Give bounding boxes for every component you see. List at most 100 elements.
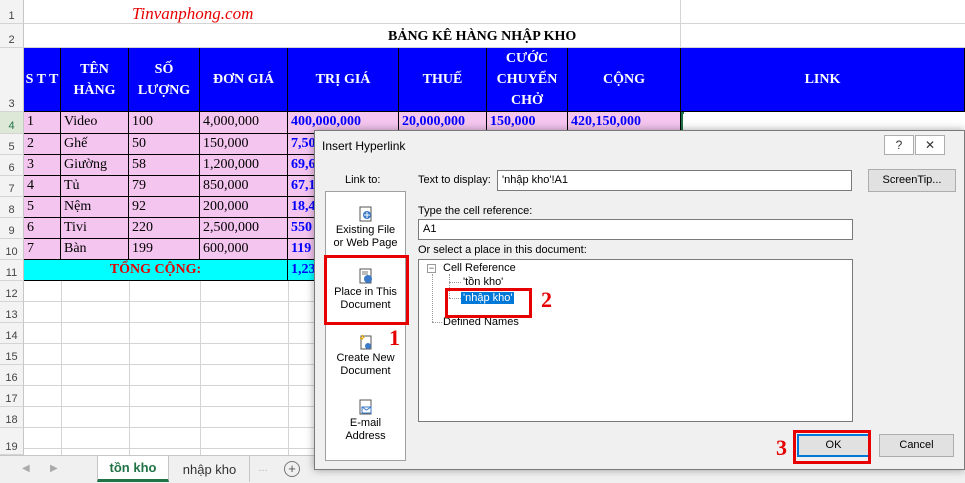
cell-dg[interactable]: 850,000 bbox=[200, 176, 288, 197]
row-header: 3 bbox=[0, 48, 24, 112]
cell-ten[interactable]: Tivi bbox=[61, 218, 129, 239]
more-sheets-icon[interactable]: … bbox=[258, 463, 268, 474]
close-button[interactable]: ✕ bbox=[915, 135, 945, 155]
highlight-box-place-in-document bbox=[324, 255, 409, 325]
row-header: 5 bbox=[0, 134, 24, 155]
collapse-icon[interactable]: − bbox=[427, 264, 436, 273]
row-header: 12 bbox=[0, 281, 24, 302]
highlight-box-ok bbox=[793, 430, 871, 464]
cell-sl[interactable]: 79 bbox=[129, 176, 200, 197]
highlight-box-nhap-kho bbox=[445, 288, 532, 318]
header-stt: S T T bbox=[24, 48, 61, 112]
dialog-title: Insert Hyperlink bbox=[322, 139, 406, 153]
cell-sl[interactable]: 220 bbox=[129, 218, 200, 239]
cell-stt[interactable]: 3 bbox=[24, 155, 61, 176]
cell-stt[interactable]: 1 bbox=[24, 112, 61, 134]
grid-col-line bbox=[129, 281, 130, 455]
cell-dg[interactable]: 200,000 bbox=[200, 197, 288, 218]
cell-ten[interactable]: Ghế bbox=[61, 134, 129, 155]
scroll-right-icon[interactable]: ▶ bbox=[50, 463, 58, 474]
cell-ten[interactable]: Tủ bbox=[61, 176, 129, 197]
header-ten-hang: TÊN HÀNG bbox=[61, 48, 129, 112]
row-header: 17 bbox=[0, 386, 24, 407]
grid-col-line bbox=[200, 281, 201, 455]
cell-dg[interactable]: 150,000 bbox=[200, 134, 288, 155]
row-header: 9 bbox=[0, 218, 24, 239]
row-header: 14 bbox=[0, 323, 24, 344]
sheet-tab-ton-kho[interactable]: tồn kho bbox=[97, 456, 169, 482]
cell-dg[interactable]: 1,200,000 bbox=[200, 155, 288, 176]
cell-ten[interactable]: Video bbox=[61, 112, 129, 134]
row-header: 19 bbox=[0, 428, 24, 455]
cell-sl[interactable]: 50 bbox=[129, 134, 200, 155]
help-button[interactable]: ? bbox=[884, 135, 914, 155]
cell-reference-label: Type the cell reference: bbox=[418, 205, 533, 217]
text-to-display-field[interactable]: 'nhập kho'!A1 bbox=[497, 170, 852, 191]
row-header: 2 bbox=[0, 24, 24, 48]
header-cuoc: CƯỚC CHUYỂN CHỞ bbox=[487, 48, 568, 112]
cell-stt[interactable]: 5 bbox=[24, 197, 61, 218]
cell-stt[interactable]: 2 bbox=[24, 134, 61, 155]
tree-connector bbox=[432, 274, 433, 322]
tree-item-ton-kho[interactable]: 'tồn kho' bbox=[463, 276, 503, 288]
header-so-luong: SỐ LƯỢNG bbox=[129, 48, 200, 112]
cell-reference-field[interactable]: A1 bbox=[418, 219, 853, 240]
cell-stt[interactable]: 7 bbox=[24, 239, 61, 260]
link-option-label: Document bbox=[340, 365, 391, 377]
row-header: 4 bbox=[0, 112, 24, 134]
link-option-email[interactable]: E-mail Address bbox=[326, 399, 405, 443]
grid-area bbox=[24, 281, 314, 455]
select-place-label: Or select a place in this document: bbox=[418, 244, 587, 256]
link-to-label: Link to: bbox=[345, 174, 381, 186]
tree-connector bbox=[449, 282, 461, 283]
insert-hyperlink-dialog: Insert Hyperlink ? ✕ Link to: Existing F… bbox=[314, 130, 965, 470]
row-header: 16 bbox=[0, 365, 24, 386]
sheet-title: BẢNG KÊ HÀNG NHẬP KHO bbox=[388, 29, 577, 44]
add-sheet-button[interactable]: + bbox=[284, 461, 300, 477]
cell-ten[interactable]: Giường bbox=[61, 155, 129, 176]
cancel-button[interactable]: Cancel bbox=[879, 434, 954, 457]
header-tri-gia: TRỊ GIÁ bbox=[288, 48, 399, 112]
annotation-number: 2 bbox=[541, 287, 552, 312]
cell-ten[interactable]: Bàn bbox=[61, 239, 129, 260]
cell-sl[interactable]: 199 bbox=[129, 239, 200, 260]
link-option-label: Existing File bbox=[335, 224, 396, 236]
header-link: LINK bbox=[681, 48, 965, 112]
cell-dg[interactable]: 600,000 bbox=[200, 239, 288, 260]
text-to-display-label: Text to display: bbox=[418, 174, 491, 186]
row-header: 18 bbox=[0, 407, 24, 428]
total-label[interactable]: TỔNG CỘNG: bbox=[24, 260, 288, 281]
cell-dg[interactable]: 2,500,000 bbox=[200, 218, 288, 239]
cell-stt[interactable]: 4 bbox=[24, 176, 61, 197]
email-address-icon bbox=[359, 399, 373, 415]
row-header: 15 bbox=[0, 344, 24, 365]
grid-col-line bbox=[288, 281, 289, 455]
link-option-label: Create New bbox=[336, 352, 395, 364]
place-tree: − Cell Reference 'tồn kho' 'nhập kho' De… bbox=[418, 259, 853, 422]
link-option-existing-file[interactable]: Existing File or Web Page bbox=[326, 206, 405, 250]
cell-ten[interactable]: Nệm bbox=[61, 197, 129, 218]
cell-stt[interactable]: 6 bbox=[24, 218, 61, 239]
row-header: 11 bbox=[0, 260, 24, 281]
header-don-gia: ĐƠN GIÁ bbox=[200, 48, 288, 112]
sheet-tab-nhap-kho[interactable]: nhập kho bbox=[170, 456, 250, 482]
link-option-label: Address bbox=[345, 430, 386, 442]
tree-item-cell-reference[interactable]: Cell Reference bbox=[443, 262, 516, 274]
tree-connector bbox=[432, 322, 442, 323]
annotation-number: 3 bbox=[776, 435, 787, 460]
annotation-number: 1 bbox=[389, 325, 400, 350]
scroll-left-icon[interactable]: ◀ bbox=[22, 463, 30, 474]
row-header: 7 bbox=[0, 176, 24, 197]
cell-sl[interactable]: 58 bbox=[129, 155, 200, 176]
create-new-document-icon bbox=[359, 334, 373, 350]
cell-sl[interactable]: 92 bbox=[129, 197, 200, 218]
row-header: 10 bbox=[0, 239, 24, 260]
cell-dg[interactable]: 4,000,000 bbox=[200, 112, 288, 134]
screentip-button[interactable]: ScreenTip... bbox=[868, 169, 956, 192]
header-cong: CỘNG bbox=[568, 48, 681, 112]
row-header: 8 bbox=[0, 197, 24, 218]
row-header: 6 bbox=[0, 155, 24, 176]
cell-sl[interactable]: 100 bbox=[129, 112, 200, 134]
grid-col-line bbox=[61, 281, 62, 455]
link-option-label: or Web Page bbox=[333, 237, 398, 249]
